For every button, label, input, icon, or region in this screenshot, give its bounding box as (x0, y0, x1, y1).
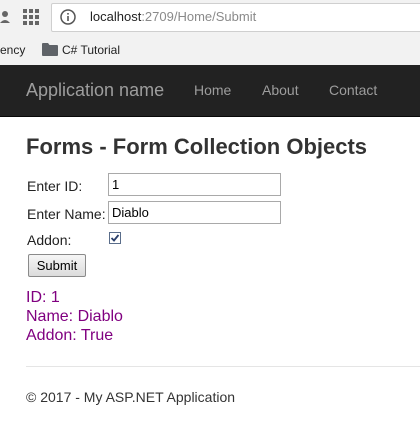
profile-icon[interactable] (0, 8, 18, 26)
checkmark-icon (110, 234, 120, 242)
result-id: ID: 1 (26, 289, 60, 306)
browser-chrome: localhost:2709/Home/Submit ency C# Tutor… (0, 0, 420, 66)
name-input[interactable] (108, 201, 281, 224)
id-label: Enter ID: (27, 178, 83, 194)
address-bar[interactable]: localhost:2709/Home/Submit (51, 3, 420, 32)
apps-grid-icon[interactable] (22, 8, 40, 26)
site-navbar: Application name Home About Contact (0, 65, 420, 117)
url-text[interactable]: localhost:2709/Home/Submit (90, 9, 256, 24)
page-title: Forms - Form Collection Objects (26, 134, 368, 159)
url-host: localhost (90, 9, 142, 24)
browser-toolbar: localhost:2709/Home/Submit (0, 0, 420, 34)
info-icon[interactable] (60, 9, 76, 25)
nav-link-about[interactable]: About (262, 82, 299, 98)
addon-checkbox[interactable] (109, 232, 121, 244)
bookmarks-bar: ency C# Tutorial (0, 36, 420, 64)
url-path: :2709/Home/Submit (141, 9, 257, 24)
folder-icon (42, 43, 58, 56)
footer-divider (26, 366, 420, 367)
nav-link-home[interactable]: Home (194, 82, 231, 98)
footer-text: © 2017 - My ASP.NET Application (26, 389, 236, 405)
result-addon: Addon: True (26, 327, 114, 344)
name-label: Enter Name: (27, 206, 106, 222)
navbar-brand[interactable]: Application name (26, 80, 164, 101)
result-name: Name: Diablo (26, 308, 123, 325)
bookmark-label: C# Tutorial (62, 43, 121, 57)
addon-label: Addon: (27, 232, 72, 248)
id-input[interactable] (108, 173, 281, 196)
bookmark-item-ency[interactable]: ency (0, 43, 25, 57)
submit-button[interactable]: Submit (28, 254, 86, 277)
nav-link-contact[interactable]: Contact (329, 82, 377, 98)
